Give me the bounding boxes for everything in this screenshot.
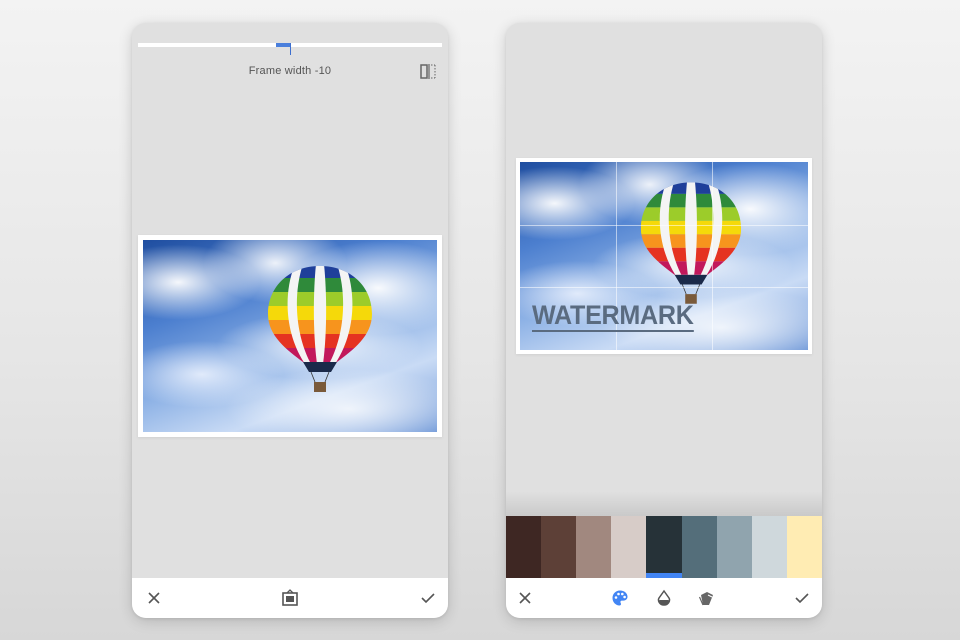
text-color-editor-screen: WATERMARK: [506, 23, 822, 618]
hot-air-balloon-image: [268, 266, 372, 392]
hot-air-balloon-image: [640, 182, 742, 304]
opacity-drop-icon[interactable]: [655, 589, 673, 607]
color-swatch-1[interactable]: [506, 516, 542, 578]
color-swatch-7[interactable]: [716, 516, 752, 578]
close-icon[interactable]: [145, 589, 163, 607]
color-swatch-4[interactable]: [611, 516, 647, 578]
framed-photo: WATERMARK: [516, 158, 812, 354]
grid-line-horizontal: [520, 287, 808, 289]
bottom-toolbar: [506, 578, 822, 618]
frame-width-label: Frame width -10: [248, 65, 332, 77]
watermark-text[interactable]: WATERMARK: [532, 302, 694, 332]
color-swatch-2[interactable]: [541, 516, 577, 578]
balloon-photo: WATERMARK: [520, 162, 808, 350]
frame-width-slider[interactable]: [138, 43, 442, 55]
grid-line-vertical: [711, 162, 713, 350]
close-icon[interactable]: [516, 589, 534, 607]
compare-split-icon[interactable]: [420, 64, 436, 79]
color-swatch-9[interactable]: [786, 516, 822, 578]
frame-style-icon[interactable]: [281, 589, 299, 607]
framed-photo: [138, 235, 442, 437]
color-swatch-6[interactable]: [681, 516, 717, 578]
color-swatch-5[interactable]: [646, 516, 682, 578]
palette-icon[interactable]: [611, 589, 629, 607]
frames-editor-screen: Frame width -10: [132, 23, 448, 618]
slider-fill: [276, 43, 290, 47]
check-icon[interactable]: [793, 589, 811, 607]
palette-shadow: [506, 491, 822, 516]
slider-thumb[interactable]: [290, 43, 291, 55]
color-swatch-8[interactable]: [751, 516, 787, 578]
layers-style-icon[interactable]: [698, 589, 716, 607]
balloon-photo: [143, 240, 437, 432]
color-palette: [506, 516, 822, 578]
check-icon[interactable]: [419, 589, 437, 607]
bottom-toolbar: [132, 578, 448, 618]
grid-line-horizontal: [520, 224, 808, 226]
color-swatch-3[interactable]: [576, 516, 612, 578]
